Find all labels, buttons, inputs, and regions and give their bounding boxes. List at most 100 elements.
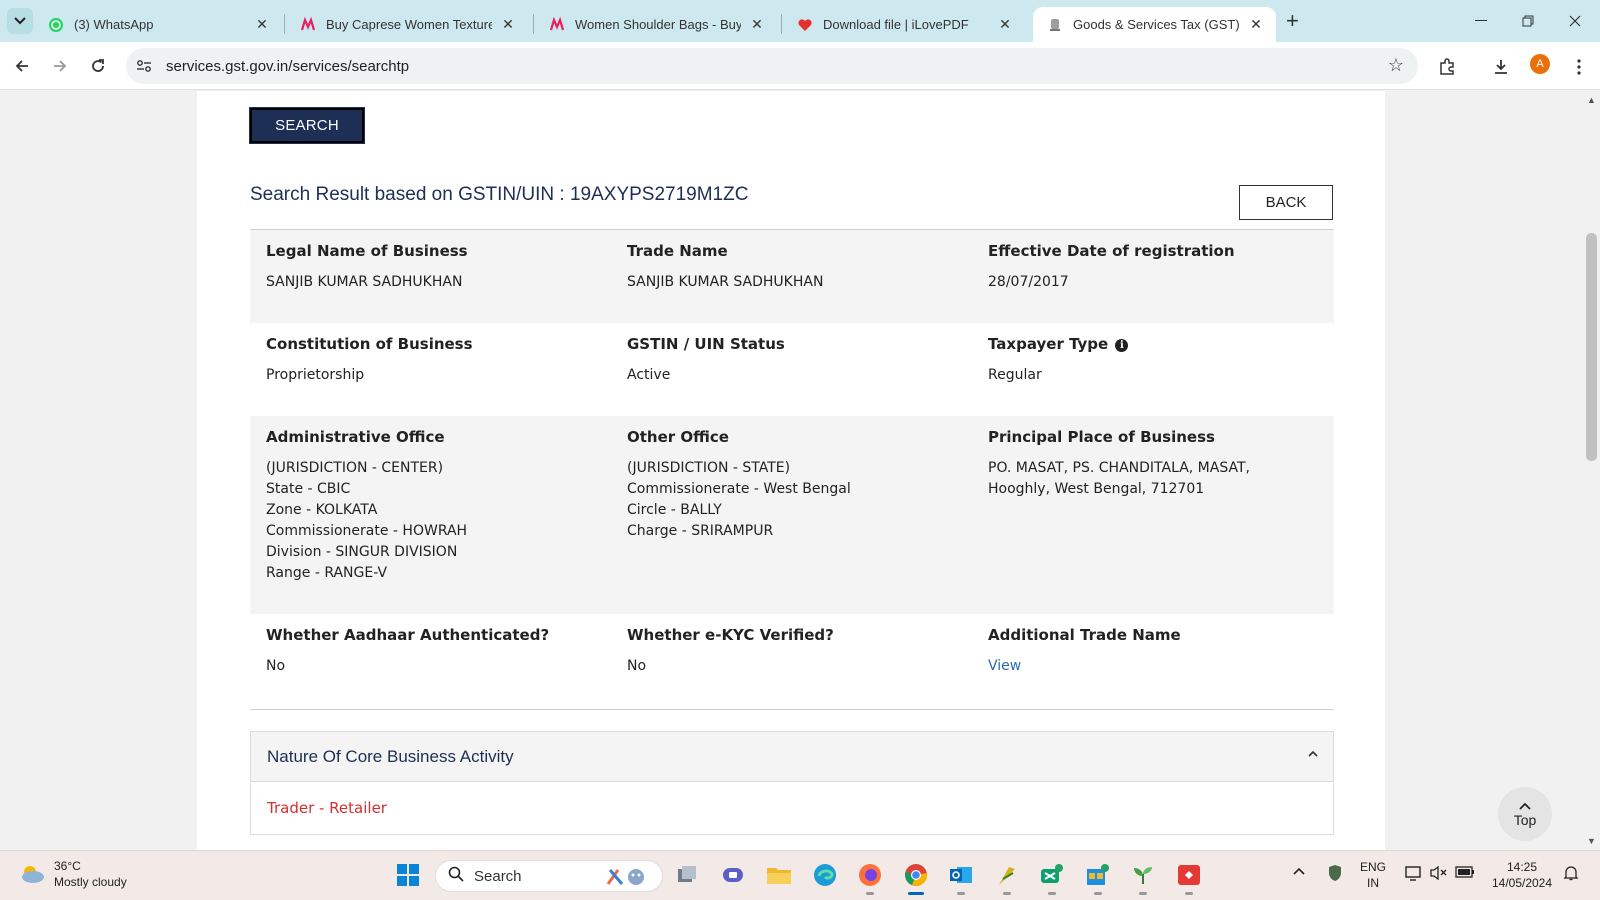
taskbar-search-input[interactable]: Search (435, 860, 663, 892)
field-principal-place: Principal Place of Business PO. MASAT, P… (972, 416, 1333, 614)
myntra-icon (300, 16, 316, 33)
field-label: Legal Name of Business (266, 242, 468, 260)
task-view-icon[interactable] (672, 860, 702, 890)
forward-arrow-icon[interactable] (46, 52, 74, 80)
windows-start-icon[interactable] (393, 860, 423, 890)
running-indicator (1048, 892, 1056, 895)
anydesk-icon[interactable] (1174, 860, 1204, 895)
close-icon[interactable]: ✕ (500, 16, 516, 33)
field-label: Whether Aadhaar Authenticated? (266, 626, 550, 644)
field-value: PO. MASAT, PS. CHANDITALA, MASAT, Hooghl… (988, 460, 1250, 497)
field-value: No (627, 658, 647, 674)
taxpayer-details-grid: Legal Name of Business SANJIB KUMAR SADH… (250, 230, 1334, 707)
search-button[interactable]: SEARCH (249, 107, 365, 144)
tab-title: Goods & Services Tax (GST) | Se (1073, 17, 1240, 32)
edge-icon[interactable] (810, 860, 840, 890)
gst-emblem-icon (1047, 17, 1063, 33)
field-taxpayer-type: Taxpayer Type i Regular (972, 323, 1333, 416)
minimize-icon[interactable] (1466, 8, 1496, 34)
field-label: Additional Trade Name (988, 626, 1181, 644)
address-bar[interactable]: services.gst.gov.in/services/searchtp ☆ (126, 48, 1418, 84)
close-icon[interactable]: ✕ (254, 16, 270, 33)
search-highlight-icon (604, 866, 652, 892)
tab-separator (781, 14, 782, 34)
volume-muted-icon[interactable] (1430, 865, 1448, 885)
view-link[interactable]: View (988, 656, 1317, 677)
field-label-with-icon: Taxpayer Type i (988, 335, 1317, 353)
search-icon (448, 866, 464, 886)
tab-ilovepdf[interactable]: Download file | iLovePDF ✕ (783, 7, 1025, 42)
close-icon[interactable]: ✕ (997, 16, 1013, 33)
browser-toolbar: services.gst.gov.in/services/searchtp ☆ (0, 42, 1600, 90)
back-arrow-icon[interactable] (8, 52, 36, 80)
window-close-icon[interactable] (1560, 8, 1590, 34)
running-indicator (1185, 892, 1193, 895)
chevron-up-icon[interactable] (1307, 746, 1319, 761)
lang-line1: ENG (1360, 860, 1387, 874)
tab-women-bags[interactable]: Women Shoulder Bags - Buy W ✕ (535, 7, 777, 42)
browser-tab-strip: (3) WhatsApp ✕ Buy Caprese Women Texture… (0, 0, 1600, 42)
field-value: Regular (988, 367, 1042, 383)
tab-whatsapp[interactable]: (3) WhatsApp ✕ (34, 7, 282, 42)
tab-title: (3) WhatsApp (74, 17, 154, 32)
language-indicator[interactable]: ENG IN (1360, 859, 1386, 891)
firefox-icon[interactable] (855, 860, 885, 895)
extensions-puzzle-icon[interactable] (1434, 54, 1460, 80)
field-label: Effective Date of registration (988, 242, 1235, 260)
details-row: Legal Name of Business SANJIB KUMAR SADH… (250, 230, 1334, 323)
bookmark-star-icon[interactable]: ☆ (1388, 55, 1404, 76)
scroll-up-arrow-icon[interactable]: ▲ (1587, 95, 1596, 105)
teams-meet-icon[interactable] (718, 860, 748, 890)
myntra-icon (549, 16, 565, 33)
restore-icon[interactable] (1513, 8, 1543, 34)
field-value: Active (627, 367, 671, 383)
new-tab-plus-icon[interactable]: + (1286, 10, 1299, 32)
back-button[interactable]: BACK (1239, 185, 1333, 220)
site-settings-icon[interactable] (126, 59, 162, 73)
field-value: SANJIB KUMAR SADHUKHAN (627, 274, 824, 290)
store-app-icon[interactable] (1083, 860, 1113, 895)
notification-bell-icon[interactable] (1563, 865, 1579, 885)
excel-tool-icon[interactable] (1037, 860, 1067, 895)
tab-search-chevron-icon[interactable] (7, 8, 33, 34)
field-additional-trade-name: Additional Trade Name View (972, 614, 1333, 707)
outlook-icon[interactable] (946, 860, 976, 895)
running-indicator (1139, 892, 1147, 895)
scroll-top-button[interactable]: Top (1498, 787, 1552, 841)
file-explorer-icon[interactable] (764, 860, 794, 890)
accordion-header[interactable]: Nature Of Core Business Activity (251, 732, 1333, 782)
tab-caprese[interactable]: Buy Caprese Women Textured S ✕ (286, 7, 528, 42)
core-activity-accordion: Nature Of Core Business Activity Trader … (250, 731, 1334, 835)
scroll-down-arrow-icon[interactable]: ▼ (1587, 836, 1596, 846)
reload-icon[interactable] (84, 52, 112, 80)
field-trade-name: Trade Name SANJIB KUMAR SADHUKHAN (611, 230, 972, 323)
tab-separator (284, 14, 285, 34)
tab-title: Women Shoulder Bags - Buy W (575, 17, 741, 32)
tally-leaf-icon[interactable] (992, 860, 1022, 895)
close-icon[interactable]: ✕ (1248, 16, 1264, 33)
field-effective-date: Effective Date of registration 28/07/201… (972, 230, 1333, 323)
field-other-office: Other Office (JURISDICTION - STATE) Comm… (611, 416, 972, 614)
tab-gst-active[interactable]: Goods & Services Tax (GST) | Se ✕ (1033, 7, 1276, 42)
chrome-icon[interactable] (901, 860, 931, 895)
battery-icon[interactable] (1455, 865, 1475, 883)
download-icon[interactable] (1488, 54, 1514, 80)
tray-chevron-up-icon[interactable] (1292, 864, 1306, 880)
vertical-scrollbar[interactable]: ▲ ▼ (1583, 91, 1600, 850)
weather-widget[interactable]: 36°C Mostly cloudy (18, 858, 127, 890)
profile-avatar[interactable]: A (1530, 54, 1550, 74)
shield-icon[interactable] (1328, 864, 1342, 886)
chevron-up-icon (1518, 800, 1532, 812)
menu-kebab-icon[interactable] (1566, 54, 1592, 80)
tab-title: Download file | iLovePDF (823, 17, 969, 32)
ilovepdf-icon (797, 17, 813, 33)
plant-app-icon[interactable] (1128, 860, 1158, 895)
field-value: No (266, 658, 286, 674)
network-icon[interactable] (1405, 865, 1423, 885)
details-row: Constitution of Business Proprietorship … (250, 323, 1334, 416)
info-icon[interactable]: i (1115, 339, 1129, 352)
field-gstin-status: GSTIN / UIN Status Active (611, 323, 972, 416)
clock[interactable]: 14:25 14/05/2024 (1488, 859, 1556, 891)
close-icon[interactable]: ✕ (749, 16, 765, 33)
scrollbar-thumb[interactable] (1586, 233, 1597, 461)
